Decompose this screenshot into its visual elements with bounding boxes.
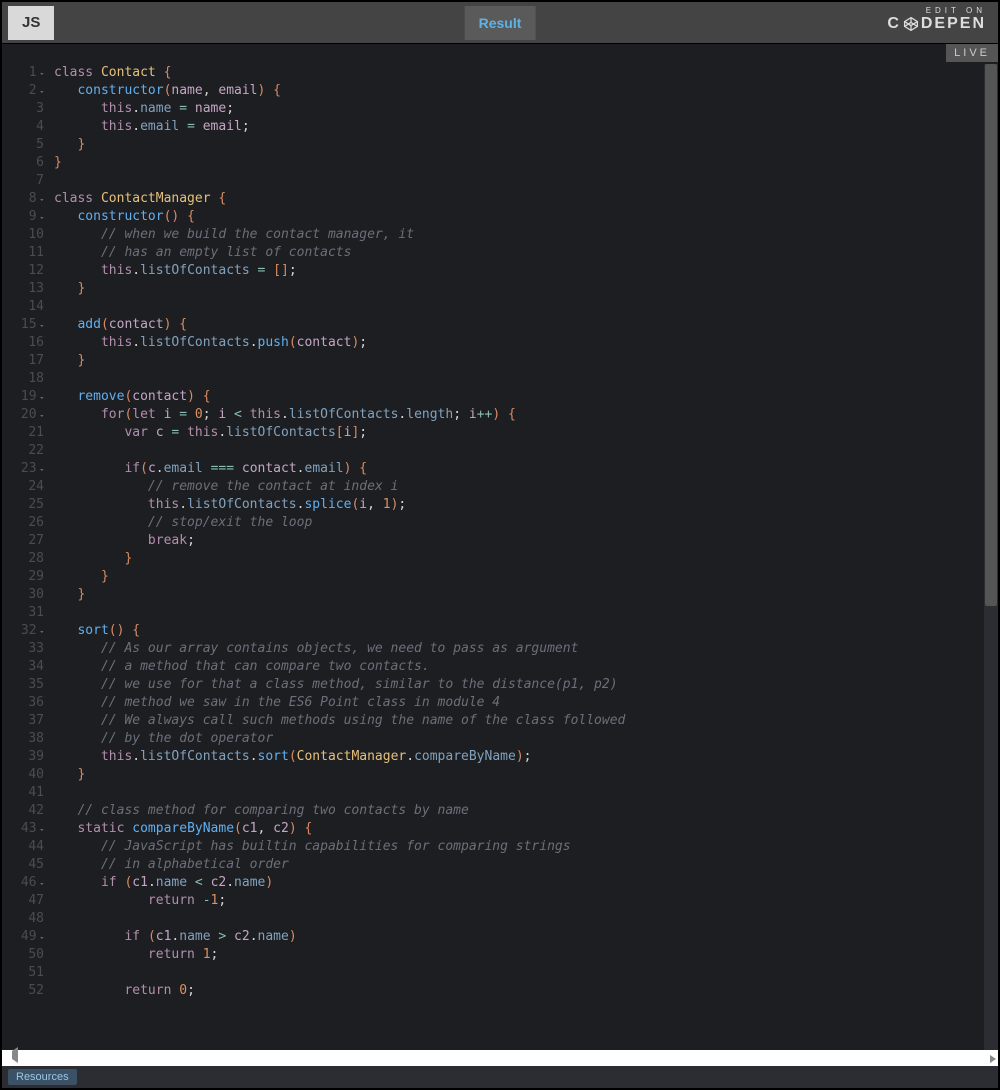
code-editor[interactable]: 1234567891011121314151617181920212223242… <box>2 44 998 1050</box>
codepen-brand-link[interactable]: EDIT ON C DEPEN <box>887 6 986 33</box>
live-badge: LIVE <box>946 44 998 62</box>
topbar: JS Result EDIT ON C DEPEN <box>2 2 998 44</box>
codepen-logo: C DEPEN <box>887 15 986 33</box>
code-content[interactable]: class Contact { constructor(name, email)… <box>54 64 998 1050</box>
vertical-scrollbar[interactable] <box>984 64 998 1050</box>
edit-on-label: EDIT ON <box>887 6 986 15</box>
codepen-cube-icon <box>903 16 919 32</box>
tab-result[interactable]: Result <box>465 6 536 40</box>
resources-button[interactable]: Resources <box>8 1069 77 1085</box>
horizontal-scrollbar[interactable] <box>2 1050 998 1066</box>
footer-bar: Resources <box>2 1066 998 1088</box>
tab-js[interactable]: JS <box>8 6 54 40</box>
line-number-gutter: 1234567891011121314151617181920212223242… <box>2 64 54 1050</box>
main-area: LIVE 12345678910111213141516171819202122… <box>2 44 998 1088</box>
scrollbar-thumb[interactable] <box>985 64 997 606</box>
